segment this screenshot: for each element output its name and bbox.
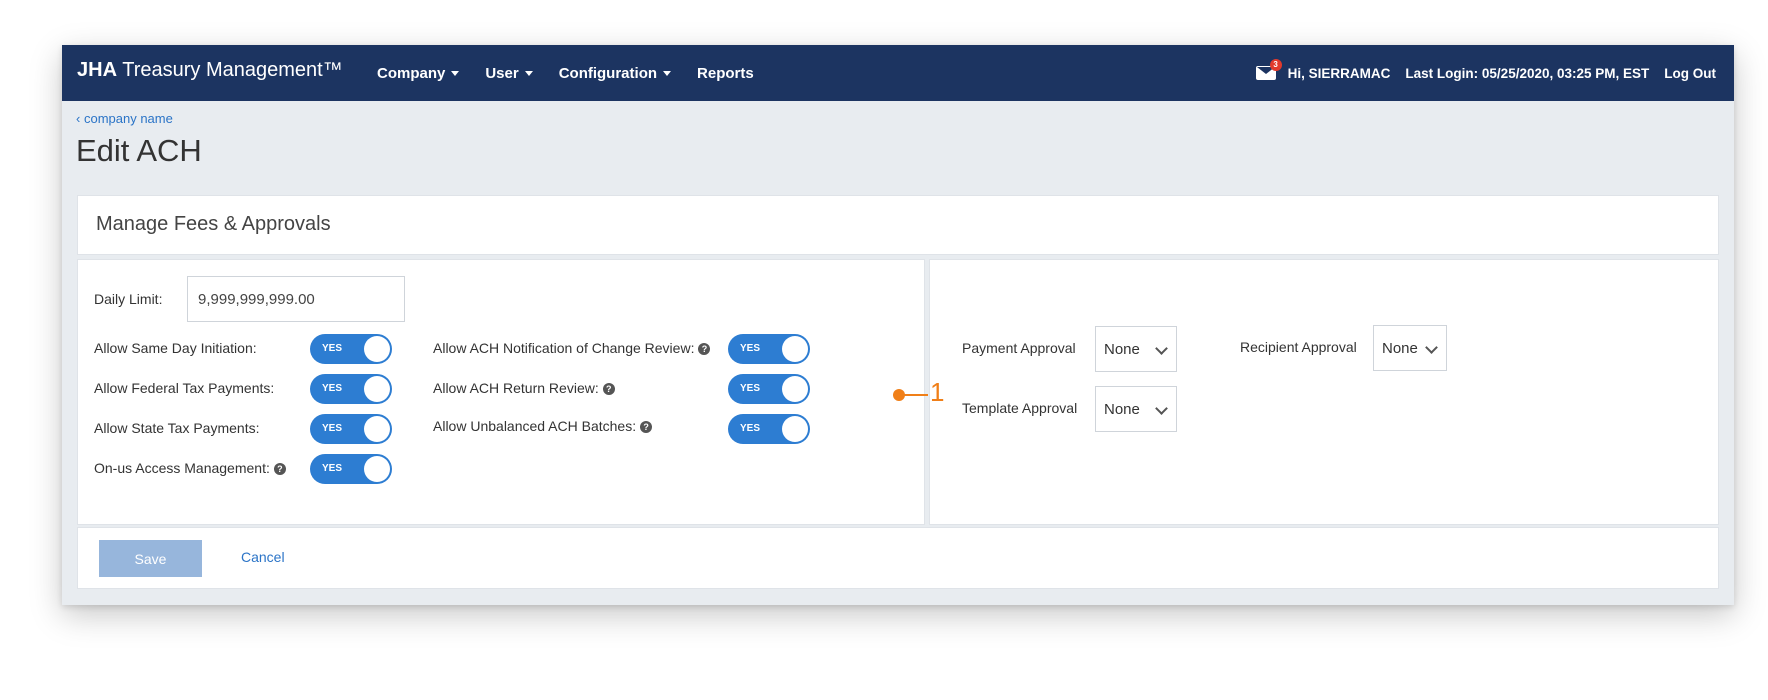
chevron-left-icon: ‹ xyxy=(76,111,81,126)
noc-review-text: Allow ACH Notification of Change Review: xyxy=(433,340,695,356)
user-area: 3 Hi, SIERRAMAC Last Login: 05/25/2020, … xyxy=(1255,45,1716,101)
last-login: Last Login: 05/25/2020, 03:25 PM, EST xyxy=(1405,65,1650,81)
brand-bold: JHA xyxy=(77,59,118,81)
state-tax-toggle[interactable]: YES xyxy=(310,414,392,444)
daily-limit-label: Daily Limit: xyxy=(94,291,163,307)
template-approval-value: None xyxy=(1104,401,1140,418)
approvals-panel: Payment Approval None Recipient Approval… xyxy=(929,259,1719,525)
toggle-knob xyxy=(782,416,808,442)
toggle-label: YES xyxy=(322,343,343,354)
app-window: JHA Treasury Management™ Company User Co… xyxy=(62,45,1734,605)
toggle-label: YES xyxy=(740,383,761,394)
payment-approval-value: None xyxy=(1104,341,1140,358)
top-navbar: JHA Treasury Management™ Company User Co… xyxy=(62,45,1734,101)
chevron-down-icon xyxy=(1425,341,1438,354)
toggle-knob xyxy=(364,416,390,442)
chevron-down-icon xyxy=(1155,342,1168,355)
callout-line xyxy=(903,394,928,396)
breadcrumb-label: company name xyxy=(83,111,173,126)
chevron-down-icon xyxy=(1155,402,1168,415)
state-tax-label: Allow State Tax Payments: xyxy=(94,420,260,436)
unbalanced-batches-label: Allow Unbalanced ACH Batches:? xyxy=(433,418,653,434)
help-icon[interactable]: ? xyxy=(602,383,615,395)
toggle-knob xyxy=(782,336,808,362)
help-icon[interactable]: ? xyxy=(640,421,653,433)
on-us-access-text: On-us Access Management: xyxy=(94,460,270,476)
payment-approval-label: Payment Approval xyxy=(962,340,1076,356)
save-button[interactable]: Save xyxy=(99,540,202,577)
page-title: Edit ACH xyxy=(76,133,202,168)
nav-configuration-label: Configuration xyxy=(558,64,658,82)
toggle-label: YES xyxy=(322,383,343,394)
unbalanced-batches-toggle[interactable]: YES xyxy=(728,414,810,444)
toggle-knob xyxy=(364,456,390,482)
caret-down-icon xyxy=(451,70,460,76)
recipient-approval-label: Recipient Approval xyxy=(1240,339,1357,355)
nav-reports[interactable]: Reports xyxy=(697,65,754,82)
mail-badge: 3 xyxy=(1269,59,1282,71)
toggle-knob xyxy=(782,376,808,402)
payment-approval-select[interactable]: None xyxy=(1095,326,1177,372)
daily-limit-input[interactable] xyxy=(187,276,405,322)
toggle-label: YES xyxy=(322,463,343,474)
unbalanced-batches-text: Allow Unbalanced ACH Batches: xyxy=(433,418,637,434)
help-icon[interactable]: ? xyxy=(273,463,286,475)
nav-user-label: User xyxy=(485,64,519,82)
section-header: Manage Fees & Approvals xyxy=(77,195,1719,255)
help-icon[interactable]: ? xyxy=(698,343,711,355)
nav-reports-label: Reports xyxy=(697,64,754,82)
main-menu: Company User Configuration Reports xyxy=(377,45,780,101)
form-footer: Save Cancel xyxy=(77,527,1719,589)
noc-review-toggle[interactable]: YES xyxy=(728,334,810,364)
breadcrumb[interactable]: ‹ company name xyxy=(76,111,173,126)
caret-down-icon xyxy=(524,70,533,76)
return-review-text: Allow ACH Return Review: xyxy=(433,380,599,396)
nav-user[interactable]: User xyxy=(485,64,533,82)
brand-name: Treasury Management™ xyxy=(122,59,343,81)
nav-company[interactable]: Company xyxy=(377,64,460,82)
toggle-knob xyxy=(364,376,390,402)
user-greeting: Hi, SIERRAMAC xyxy=(1287,65,1391,81)
logout-link[interactable]: Log Out xyxy=(1664,66,1716,81)
toggle-label: YES xyxy=(740,423,761,434)
noc-review-label: Allow ACH Notification of Change Review:… xyxy=(433,340,711,356)
nav-company-label: Company xyxy=(377,64,446,82)
toggle-label: YES xyxy=(740,343,761,354)
return-review-toggle[interactable]: YES xyxy=(728,374,810,404)
mail-icon[interactable]: 3 xyxy=(1255,59,1282,80)
federal-tax-label: Allow Federal Tax Payments: xyxy=(94,380,275,396)
ach-settings-panel: Daily Limit: Allow Same Day Initiation: … xyxy=(77,259,925,525)
brand-logo[interactable]: JHA Treasury Management™ xyxy=(77,59,343,82)
cancel-button[interactable]: Cancel xyxy=(241,549,285,565)
template-approval-select[interactable]: None xyxy=(1095,386,1177,432)
recipient-approval-select[interactable]: None xyxy=(1373,325,1447,371)
toggle-label: YES xyxy=(322,423,343,434)
on-us-access-label: On-us Access Management:? xyxy=(94,460,286,476)
template-approval-label: Template Approval xyxy=(962,400,1078,416)
on-us-access-toggle[interactable]: YES xyxy=(310,454,392,484)
recipient-approval-value: None xyxy=(1382,340,1418,357)
caret-down-icon xyxy=(663,70,672,76)
nav-configuration[interactable]: Configuration xyxy=(558,64,672,82)
same-day-label: Allow Same Day Initiation: xyxy=(94,340,257,356)
federal-tax-toggle[interactable]: YES xyxy=(310,374,392,404)
return-review-label: Allow ACH Return Review:? xyxy=(433,380,615,396)
same-day-toggle[interactable]: YES xyxy=(310,334,392,364)
toggle-knob xyxy=(364,336,390,362)
callout-number: 1 xyxy=(930,377,945,407)
